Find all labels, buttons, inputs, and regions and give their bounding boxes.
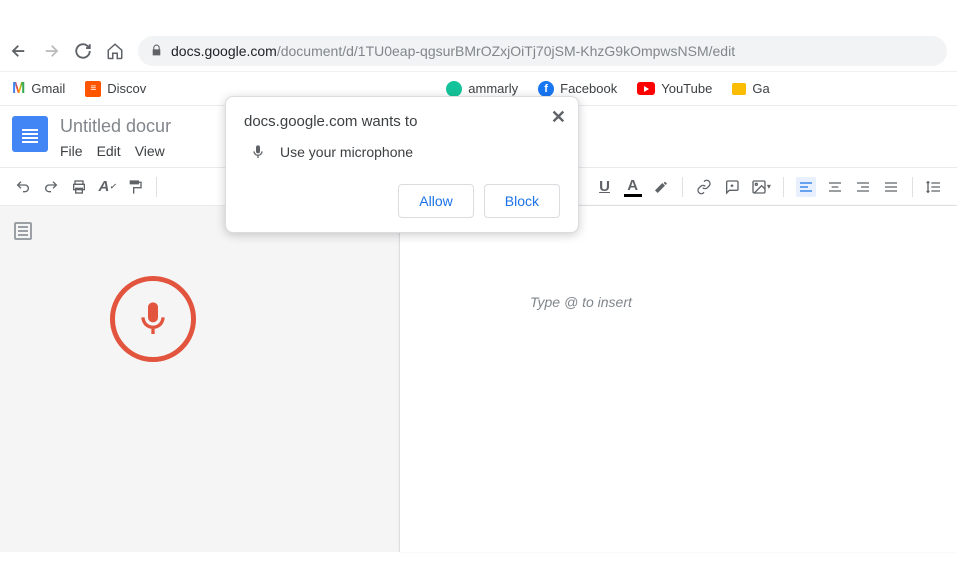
bookmark-discover[interactable]: ≡ Discov: [85, 81, 146, 97]
url-path: /document/d/1TU0eap-qgsurBMrOZxjOiTj70jS…: [277, 43, 735, 59]
document-canvas[interactable]: Type @ to insert: [400, 206, 957, 552]
forward-icon[interactable]: [42, 42, 60, 60]
block-button[interactable]: Block: [484, 184, 560, 218]
url-host: docs.google.com: [171, 43, 277, 59]
align-left-icon[interactable]: [796, 177, 816, 197]
permission-text: Use your microphone: [280, 144, 413, 160]
align-justify-icon[interactable]: [882, 177, 900, 197]
align-right-icon[interactable]: [854, 177, 872, 197]
permission-title: docs.google.com wants to: [244, 113, 560, 130]
back-icon[interactable]: [10, 42, 28, 60]
underline-icon[interactable]: U: [595, 177, 613, 197]
menu-view[interactable]: View: [135, 143, 165, 159]
microphone-icon: [250, 144, 266, 160]
image-icon[interactable]: ▾: [751, 177, 771, 197]
bookmark-grammarly[interactable]: ammarly: [446, 81, 518, 97]
outline-icon[interactable]: [14, 222, 32, 240]
align-center-icon[interactable]: [826, 177, 844, 197]
spellcheck-icon[interactable]: A✓: [98, 177, 116, 197]
bookmark-gmail[interactable]: M Gmail: [12, 80, 65, 98]
grammarly-icon: [446, 81, 462, 97]
comment-icon[interactable]: [723, 177, 741, 197]
menu-edit[interactable]: Edit: [97, 143, 121, 159]
voice-typing-panel: [0, 206, 400, 552]
bookmark-label: ammarly: [468, 81, 518, 96]
highlight-icon[interactable]: [652, 177, 670, 197]
bookmark-label: Gmail: [31, 81, 65, 96]
menu-file[interactable]: File: [60, 143, 83, 159]
link-icon[interactable]: [695, 177, 713, 197]
facebook-icon: f: [538, 81, 554, 97]
undo-icon[interactable]: [14, 177, 32, 197]
bookmark-label: Facebook: [560, 81, 617, 96]
bookmark-ga[interactable]: Ga: [732, 81, 769, 96]
home-icon[interactable]: [106, 42, 124, 60]
document-title[interactable]: Untitled docur: [58, 114, 171, 139]
permission-request-line: Use your microphone: [244, 144, 560, 160]
permission-dialog: ✕ docs.google.com wants to Use your micr…: [225, 96, 579, 233]
reload-icon[interactable]: [74, 42, 92, 60]
voice-typing-mic-button[interactable]: [110, 276, 196, 362]
bookmark-label: Discov: [107, 81, 146, 96]
lock-icon: [150, 44, 163, 57]
separator: [783, 177, 784, 197]
bookmark-label: YouTube: [661, 81, 712, 96]
separator: [912, 177, 913, 197]
youtube-icon: [637, 82, 655, 95]
folder-icon: [732, 83, 746, 95]
text-color-icon[interactable]: A: [624, 177, 642, 197]
bookmark-youtube[interactable]: YouTube: [637, 81, 712, 96]
browser-nav-bar: docs.google.com/document/d/1TU0eap-qgsur…: [0, 30, 957, 72]
separator: [156, 177, 157, 197]
separator: [682, 177, 683, 197]
menu-bar: File Edit View: [58, 139, 171, 167]
soundcloud-icon: ≡: [85, 81, 101, 97]
gmail-icon: M: [12, 80, 25, 98]
print-icon[interactable]: [70, 177, 88, 197]
address-bar[interactable]: docs.google.com/document/d/1TU0eap-qgsur…: [138, 36, 947, 66]
line-spacing-icon[interactable]: [925, 177, 943, 197]
paint-format-icon[interactable]: [126, 177, 144, 197]
workspace: Type @ to insert: [0, 206, 957, 552]
allow-button[interactable]: Allow: [398, 184, 473, 218]
redo-icon[interactable]: [42, 177, 60, 197]
bookmark-facebook[interactable]: f Facebook: [538, 81, 617, 97]
close-icon[interactable]: ✕: [551, 107, 566, 128]
bookmark-label: Ga: [752, 81, 769, 96]
docs-logo[interactable]: [12, 116, 48, 152]
editor-placeholder: Type @ to insert: [530, 294, 632, 310]
